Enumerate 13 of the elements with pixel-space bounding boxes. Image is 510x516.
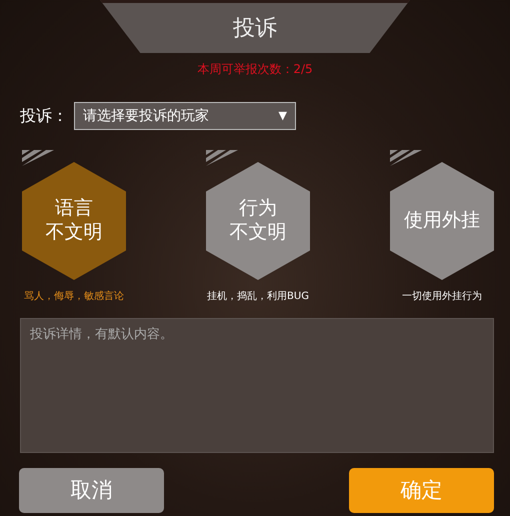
weekly-report-count: 本周可举报次数：2/5 [196, 61, 314, 78]
corner-stripes-icon [390, 150, 424, 166]
category-caption: 骂人，侮辱，敏感言论 [24, 290, 124, 304]
corner-stripes-icon [22, 150, 56, 166]
dialog-title: 投诉 [100, 0, 410, 53]
details-field[interactable]: 投诉详情，有默认内容。 [20, 318, 494, 453]
category-caption: 一切使用外挂行为 [402, 290, 482, 304]
corner-stripes-icon [206, 150, 240, 166]
category-caption: 挂机，捣乱，利用BUG [207, 290, 309, 304]
select-label: 投诉： [20, 105, 68, 127]
cancel-button[interactable]: 取消 [19, 468, 164, 513]
player-dropdown[interactable]: 请选择要投诉的玩家 ▼ [74, 102, 296, 130]
confirm-button[interactable]: 确定 [349, 468, 494, 513]
